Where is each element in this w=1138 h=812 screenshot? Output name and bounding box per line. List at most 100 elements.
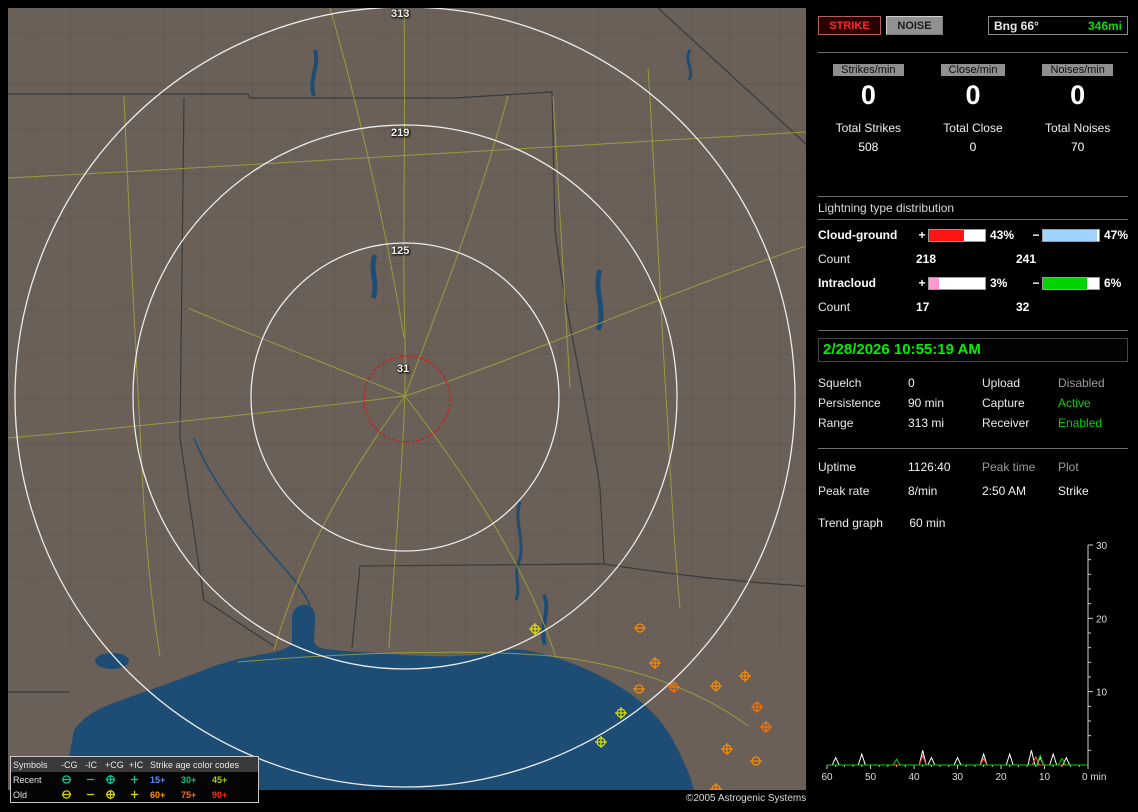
circle-minus-icon (61, 789, 85, 800)
datetime-display: 2/28/2026 10:55:19 AM (818, 338, 1128, 362)
svg-text:20: 20 (995, 772, 1007, 783)
plus-sign: + (918, 228, 926, 242)
ic-minus-count: 32 (1016, 300, 1030, 314)
bearing-display: Bng 66° 346mi (988, 16, 1128, 35)
age-badge-15: 15+ (150, 774, 166, 785)
legend-age-header: Strike age color codes (150, 759, 240, 770)
cg-plus-bar-fill (929, 229, 964, 241)
peak-time-label: Peak time (982, 460, 1036, 474)
close-per-min-value: 0 (965, 80, 981, 110)
distribution-title: Lightning type distribution (818, 201, 1128, 220)
plot-label: Plot (1058, 460, 1079, 474)
peak-time-value: 2:50 AM (982, 484, 1027, 498)
close-per-min-label: Close/min (940, 64, 1006, 76)
noise-button[interactable]: NOISE (886, 16, 943, 35)
cg-plus-percent: 43% (990, 228, 1015, 242)
strikes-per-min-label: Strikes/min (833, 64, 904, 76)
plus-sign: + (918, 276, 926, 290)
count-label: Count (818, 252, 851, 266)
control-panel: STRIKE NOISE Bng 66° 346mi Strikes/min 0… (816, 8, 1130, 804)
cg-minus-bar (1042, 228, 1100, 242)
svg-text:20: 20 (1096, 614, 1108, 625)
total-strikes-label: Total Strikes (835, 121, 901, 135)
upload-status: Disabled (1058, 376, 1105, 390)
legend-old-label: Old (13, 789, 28, 800)
peak-rate-label: Peak rate (818, 484, 870, 498)
lightning-type-distribution: Cloud-ground + 43% − 47% Count 218 241 I… (818, 223, 1130, 319)
squelch-value: 0 (908, 376, 915, 390)
legend-col-+cg: +CG (105, 759, 124, 770)
svg-text:10: 10 (1096, 688, 1108, 699)
persistence-value: 90 min (908, 396, 945, 410)
age-badge-90: 90+ (212, 789, 228, 800)
peak-rate-value: 8/min (908, 484, 938, 498)
divider (818, 52, 1128, 53)
range-ring-label-219: 219 (391, 127, 410, 139)
capture-status: Active (1058, 396, 1091, 410)
rate-counters: Strikes/min 0 Total Strikes 508 Close/mi… (816, 62, 1130, 154)
trend-graph-label: Trend graph (818, 516, 883, 530)
total-noises-label: Total Noises (1044, 121, 1111, 135)
divider (818, 330, 1128, 331)
minus-sign: − (1032, 276, 1040, 290)
age-badge-60: 60+ (150, 789, 166, 800)
total-noises-value: 70 (1070, 140, 1085, 154)
plus-icon (129, 789, 150, 800)
uptime-value: 1126:40 (908, 460, 951, 474)
persistence-label: Persistence (818, 396, 881, 410)
receiver-label: Receiver (982, 416, 1030, 430)
svg-text:60: 60 (821, 772, 833, 783)
upload-label: Upload (982, 376, 1021, 390)
intracloud-label: Intracloud (818, 276, 877, 290)
noises-per-min-value: 0 (1070, 80, 1086, 110)
legend-recent-label: Recent (13, 774, 42, 785)
trend-graph: 10 20 30 60 50 40 30 20 10 0 min (821, 541, 1108, 783)
range-ring-label-313: 313 (391, 8, 410, 20)
ic-minus-bar (1042, 276, 1100, 290)
circle-plus-icon (105, 774, 129, 785)
legend-header-row: Symbols -CG -IC +CG +IC Strike age color… (11, 757, 258, 772)
stats-grid: Uptime 1126:40 Peak time Plot Peak rate … (818, 460, 1130, 498)
legend-recent-row: Recent 15+ 30+ 45+ (11, 772, 258, 787)
cloud-ground-label: Cloud-ground (818, 228, 898, 242)
divider (818, 196, 1128, 197)
trend-graph-label-row: Trend graph 60 min (818, 516, 945, 530)
svg-text:40: 40 (908, 772, 920, 783)
uptime-label: Uptime (818, 460, 857, 474)
plot-value: Strike (1058, 484, 1089, 498)
noises-per-min-label: Noises/min (1042, 64, 1113, 76)
cg-plus-count: 218 (916, 252, 937, 266)
range-value: 313 mi (908, 416, 945, 430)
range-ring-label-31: 31 (397, 363, 410, 375)
divider (818, 448, 1128, 449)
count-label: Count (818, 300, 851, 314)
legend-col-+ic: +IC (129, 759, 144, 770)
cg-count-row: Count 218 241 (818, 247, 1130, 271)
total-close-value: 0 (969, 140, 977, 154)
cg-minus-count: 241 (1016, 252, 1037, 266)
lightning-map[interactable]: 313 219 125 31 (8, 8, 806, 790)
svg-text:30: 30 (952, 772, 964, 783)
legend-col--cg: -CG (61, 759, 78, 770)
plus-icon (129, 774, 150, 785)
total-strikes-value: 508 (858, 140, 879, 154)
circle-plus-icon (105, 789, 129, 800)
bearing-label: Bng 66° (994, 18, 1039, 33)
svg-text:50: 50 (865, 772, 877, 783)
cg-minus-percent: 47% (1104, 228, 1129, 242)
ic-minus-percent: 6% (1104, 276, 1122, 290)
app-window: 313 219 125 31 Symbols -CG -IC +CG +IC S… (0, 0, 1138, 812)
svg-text:30: 30 (1096, 541, 1108, 552)
ic-plus-count: 17 (916, 300, 930, 314)
map-legend: Symbols -CG -IC +CG +IC Strike age color… (10, 756, 259, 803)
trend-window-value: 60 min (909, 516, 946, 530)
ic-plus-bar-fill (929, 277, 939, 289)
ic-count-row: Count 17 32 (818, 295, 1130, 319)
noises-per-min-column: Noises/min 0 Total Noises 70 (1025, 62, 1130, 154)
ic-plus-bar (928, 276, 986, 290)
copyright-text: ©2005 Astrogenic Systems (686, 793, 807, 804)
circle-minus-icon (61, 774, 85, 785)
minus-icon (85, 789, 105, 800)
ic-plus-percent: 3% (990, 276, 1008, 290)
strike-button[interactable]: STRIKE (818, 16, 881, 35)
